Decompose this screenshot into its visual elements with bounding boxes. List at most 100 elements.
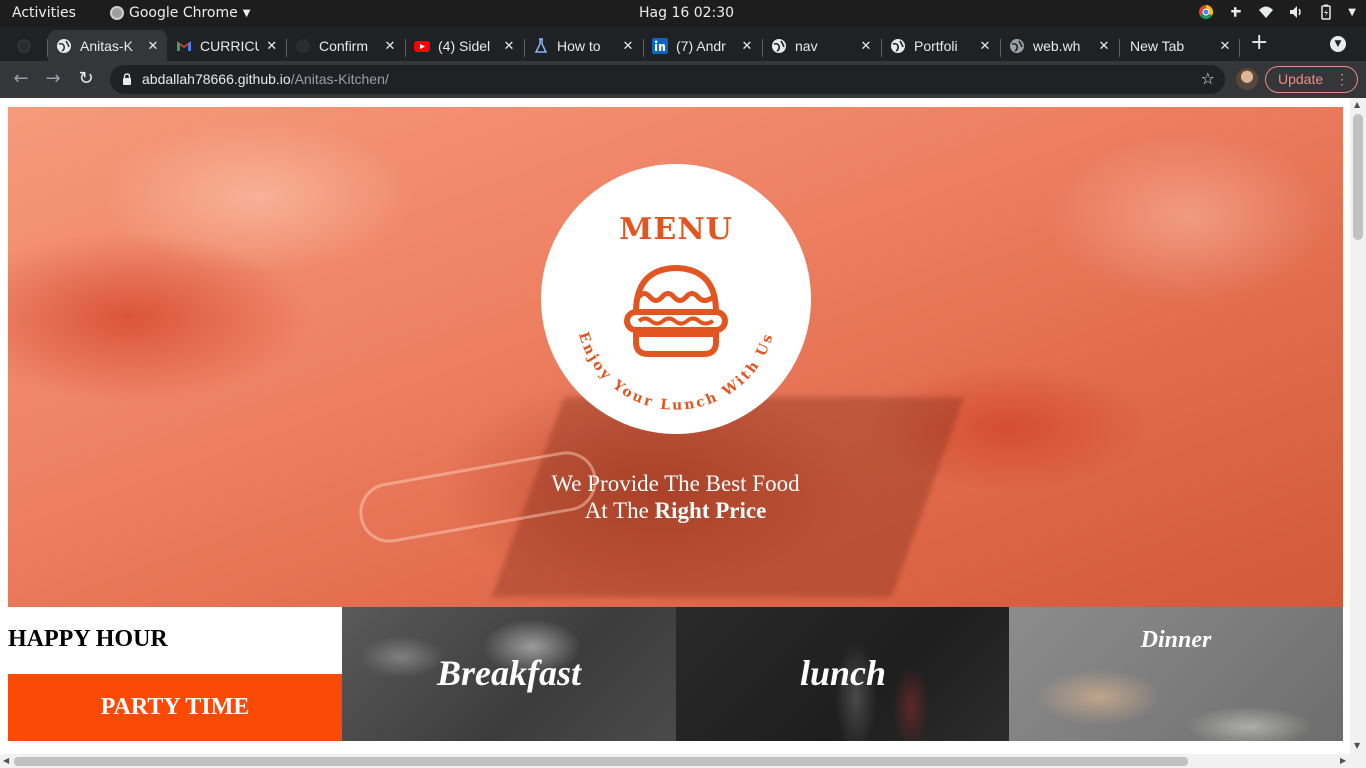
close-icon[interactable]: ✕ bbox=[858, 38, 874, 54]
scroll-left-arrow-icon[interactable]: ◀ bbox=[3, 756, 9, 765]
new-tab-button[interactable]: + bbox=[1250, 32, 1268, 54]
happy-hour-heading: HAPPY HOUR bbox=[8, 626, 168, 652]
globe-icon bbox=[1009, 38, 1025, 54]
update-button[interactable]: Update ⋮ bbox=[1265, 66, 1358, 93]
hero-tagline: We Provide The Best Food At The Right Pr… bbox=[8, 470, 1343, 524]
tab-youtube[interactable]: (4) Sidel ✕ bbox=[406, 30, 523, 61]
close-icon[interactable]: ✕ bbox=[145, 38, 161, 54]
tab-github[interactable] bbox=[8, 30, 48, 61]
caret-down-icon: ▼ bbox=[242, 7, 251, 19]
burger-icon: Enjoy Your Lunch With Us bbox=[575, 264, 777, 414]
breakfast-label: Breakfast bbox=[437, 653, 581, 693]
tab-new-tab[interactable]: New Tab ✕ bbox=[1122, 30, 1239, 61]
battery-icon[interactable] bbox=[1318, 4, 1334, 20]
tagline-emphasis: Right Price bbox=[654, 498, 767, 523]
back-arrow-icon[interactable]: ← bbox=[10, 69, 32, 89]
tab-linkedin[interactable]: (7) Andr ✕ bbox=[644, 30, 761, 61]
close-icon[interactable]: ✕ bbox=[501, 38, 517, 54]
tab-web-wh[interactable]: web.wh ✕ bbox=[1001, 30, 1118, 61]
url-path: /Anitas-Kitchen/ bbox=[290, 71, 389, 87]
tab-title: (7) Andr bbox=[676, 37, 726, 54]
close-icon[interactable]: ✕ bbox=[265, 38, 280, 54]
app-menu[interactable]: Google Chrome ▼ bbox=[110, 5, 250, 21]
menu-subtitle: Enjoy Your Lunch With Us bbox=[575, 330, 775, 414]
tagline-line-1: We Provide The Best Food bbox=[551, 471, 800, 496]
activities-button[interactable]: Activities bbox=[12, 5, 76, 21]
tab-title: (4) Sidel bbox=[438, 37, 491, 54]
github-icon bbox=[295, 38, 311, 54]
breakfast-tile[interactable]: Breakfast bbox=[342, 607, 676, 741]
lunch-label: lunch bbox=[799, 653, 887, 693]
scroll-down-arrow-icon[interactable]: ▼ bbox=[1354, 741, 1360, 750]
menu-badge: MENU Enjoy Your Lunch With Us bbox=[541, 164, 811, 434]
system-tray[interactable]: ▼ bbox=[1198, 4, 1356, 20]
hero-banner: MENU Enjoy Your Lunch With Us We Provide… bbox=[8, 107, 1343, 607]
github-icon bbox=[16, 38, 32, 54]
tab-title: Portfoli bbox=[914, 37, 958, 54]
lunch-tile[interactable]: lunch bbox=[676, 607, 1010, 741]
tagline-line-2: At The Right Price bbox=[8, 497, 1343, 524]
chrome-tray-icon[interactable] bbox=[1198, 4, 1214, 20]
dinner-tile[interactable]: Dinner bbox=[1009, 607, 1343, 741]
globe-icon bbox=[771, 38, 787, 54]
party-time-button[interactable]: PARTY TIME bbox=[8, 674, 342, 741]
tab-title: New Tab bbox=[1130, 37, 1185, 54]
tab-curriculum[interactable]: CURRICU ✕ bbox=[168, 30, 285, 61]
tab-title: web.wh bbox=[1033, 37, 1081, 54]
tab-search-icon[interactable]: ▼ bbox=[1330, 36, 1346, 52]
close-icon[interactable]: ✕ bbox=[620, 38, 636, 54]
linkedin-icon bbox=[652, 37, 668, 54]
wifi-icon[interactable] bbox=[1258, 4, 1274, 20]
globe-icon bbox=[56, 38, 72, 54]
svg-text:Enjoy Your Lunch With Us: Enjoy Your Lunch With Us bbox=[575, 330, 777, 414]
close-icon[interactable]: ✕ bbox=[382, 38, 398, 54]
tagline-prefix: At The bbox=[584, 498, 649, 523]
address-bar[interactable]: abdallah78666.github.io/Anitas-Kitchen/ … bbox=[110, 65, 1225, 94]
flask-icon bbox=[533, 37, 549, 54]
tab-title: Confirm bbox=[319, 37, 369, 54]
update-label: Update bbox=[1278, 71, 1324, 87]
tab-title: nav bbox=[795, 37, 818, 54]
tab-strip: Anitas-K ✕ CURRICU ✕ Confirm ✕ (4) Sidel… bbox=[0, 27, 1366, 61]
close-icon[interactable]: ✕ bbox=[977, 38, 993, 54]
profile-avatar[interactable] bbox=[1236, 68, 1258, 90]
tab-title: How to bbox=[557, 37, 601, 54]
happy-hour-tile: HAPPY HOUR PARTY TIME bbox=[8, 607, 342, 741]
system-top-bar: Activities Google Chrome ▼ Hag 16 02:30 … bbox=[0, 0, 1366, 27]
url-host: abdallah78666.github.io bbox=[142, 71, 291, 87]
horizontal-scroll-thumb[interactable] bbox=[14, 757, 1188, 766]
browser-toolbar: ← → ↻ abdallah78666.github.io/Anitas-Kit… bbox=[0, 61, 1366, 98]
menu-category-tiles: HAPPY HOUR PARTY TIME Breakfast lunch Di… bbox=[8, 607, 1343, 741]
close-icon[interactable]: ✕ bbox=[1096, 38, 1112, 54]
kebab-menu-icon[interactable]: ⋮ bbox=[1335, 67, 1349, 92]
tab-portfolio[interactable]: Portfoli ✕ bbox=[882, 30, 999, 61]
tab-title: Anitas-K bbox=[80, 37, 133, 54]
clock[interactable]: Hag 16 02:30 bbox=[639, 5, 734, 21]
volume-icon[interactable] bbox=[1288, 4, 1304, 20]
horizontal-scrollbar[interactable]: ◀ ▶ bbox=[0, 754, 1366, 768]
tab-anitas-kitchen[interactable]: Anitas-K ✕ bbox=[48, 30, 167, 61]
scroll-right-arrow-icon[interactable]: ▶ bbox=[1340, 756, 1346, 765]
vertical-scroll-thumb[interactable] bbox=[1353, 114, 1363, 240]
url-text[interactable]: abdallah78666.github.io/Anitas-Kitchen/ bbox=[142, 71, 389, 87]
chrome-app-icon bbox=[110, 6, 124, 20]
tab-nav[interactable]: nav ✕ bbox=[763, 30, 880, 61]
forward-arrow-icon[interactable]: → bbox=[42, 69, 64, 89]
close-icon[interactable]: ✕ bbox=[1217, 38, 1233, 54]
reload-icon[interactable]: ↻ bbox=[75, 69, 97, 89]
app-name: Google Chrome bbox=[129, 5, 238, 21]
webpage: MENU Enjoy Your Lunch With Us We Provide… bbox=[0, 98, 1350, 754]
slack-tray-icon[interactable] bbox=[1228, 4, 1244, 20]
tab-title: CURRICU bbox=[200, 37, 259, 54]
tab-confirm[interactable]: Confirm ✕ bbox=[287, 30, 404, 61]
youtube-icon bbox=[414, 38, 430, 54]
lock-icon[interactable] bbox=[122, 73, 132, 85]
dinner-label: Dinner bbox=[1140, 627, 1212, 653]
vertical-scrollbar[interactable]: ▲ ▼ bbox=[1350, 98, 1366, 754]
globe-icon bbox=[890, 38, 906, 54]
scroll-up-arrow-icon[interactable]: ▲ bbox=[1354, 100, 1360, 109]
bookmark-star-icon[interactable]: ☆ bbox=[1201, 69, 1215, 88]
caret-down-icon: ▼ bbox=[1348, 6, 1356, 18]
close-icon[interactable]: ✕ bbox=[739, 38, 755, 54]
tab-how-to[interactable]: How to ✕ bbox=[525, 30, 642, 61]
